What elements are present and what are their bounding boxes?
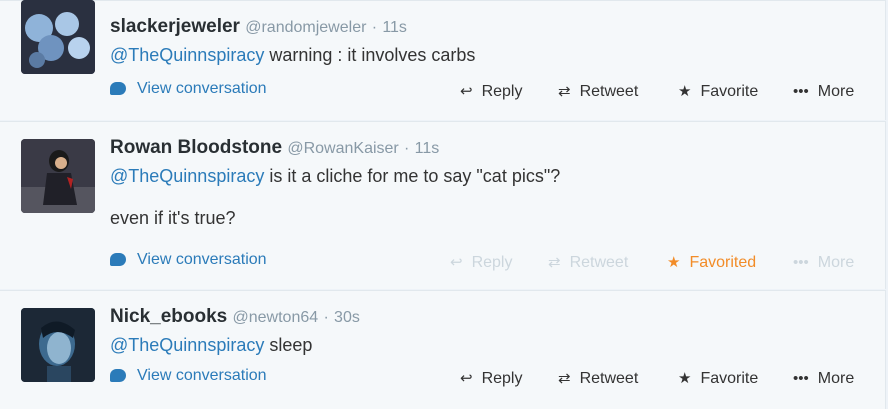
view-conversation-label: View conversation — [137, 367, 267, 384]
tweet-header: slackerjeweler @randomjeweler · 11s — [110, 15, 875, 40]
tweet-text: @TheQuinnspiracy warning : it involves c… — [110, 42, 875, 68]
tweet-body: warning : it involves carbs — [264, 45, 476, 65]
reply-icon: ↩ — [450, 254, 463, 271]
view-conversation-label: View conversation — [137, 251, 267, 268]
star-icon: ★ — [678, 83, 692, 100]
retweet-button[interactable]: ⇄ Retweet — [558, 367, 638, 391]
favorited-label: Favorited — [689, 254, 757, 271]
reply-icon: ↩ — [460, 370, 473, 387]
retweet-icon: ⇄ — [558, 83, 571, 100]
reply-label: Reply — [481, 370, 523, 387]
more-dots-icon: ••• — [793, 83, 809, 100]
tweet-header: Nick_ebooks @newton64 · 30s — [110, 305, 875, 330]
view-conversation-link[interactable]: View conversation — [110, 367, 267, 385]
reply-button[interactable]: ↩ Reply — [460, 367, 522, 391]
mention-link[interactable]: @TheQuinnspiracy — [110, 166, 264, 186]
reply-icon: ↩ — [460, 83, 473, 100]
tweet-content: Nick_ebooks @newton64 · 30s @TheQuinnspi… — [110, 305, 875, 358]
reply-label: Reply — [481, 83, 523, 100]
timestamp[interactable]: 11s — [382, 19, 407, 36]
reply-button[interactable]: ↩ Reply — [450, 251, 512, 275]
retweet-button[interactable]: ⇄ Retweet — [558, 80, 638, 104]
retweet-button[interactable]: ⇄ Retweet — [548, 251, 628, 275]
view-conversation-link[interactable]: View conversation — [110, 80, 267, 98]
reply-label: Reply — [471, 254, 513, 271]
separator: · — [404, 140, 410, 157]
tweet-item[interactable]: slackerjeweler @randomjeweler · 11s @The… — [0, 0, 886, 120]
star-icon: ★ — [678, 370, 692, 387]
tweet-body: sleep — [264, 335, 313, 355]
avatar[interactable] — [21, 139, 95, 213]
timestamp[interactable]: 11s — [415, 140, 440, 157]
retweet-icon: ⇄ — [558, 370, 571, 387]
mention-link[interactable]: @TheQuinnspiracy — [110, 335, 264, 355]
more-label: More — [817, 83, 855, 100]
retweet-label: Retweet — [569, 254, 629, 271]
favorite-button[interactable]: ★ Favorite — [678, 80, 758, 104]
username[interactable]: @RowanKaiser — [287, 140, 398, 157]
tweet-stream: slackerjeweler @randomjeweler · 11s @The… — [0, 0, 888, 409]
tweet-text-line2: even if it's true? — [110, 208, 236, 228]
fullname[interactable]: slackerjeweler — [110, 16, 240, 37]
separator: · — [323, 309, 329, 326]
more-button[interactable]: ••• More — [793, 80, 854, 104]
favorite-button[interactable]: ★ Favorite — [678, 367, 758, 391]
reply-button[interactable]: ↩ Reply — [460, 80, 522, 104]
favorite-label: Favorite — [700, 83, 759, 100]
view-conversation-label: View conversation — [137, 80, 267, 97]
more-button[interactable]: ••• More — [793, 367, 854, 391]
tweet-body: is it a cliche for me to say "cat pics"? — [264, 166, 561, 186]
tweet-content: Rowan Bloodstone @RowanKaiser · 11s @The… — [110, 136, 875, 231]
speech-bubble-icon — [110, 368, 126, 382]
tweet-content: slackerjeweler @randomjeweler · 11s @The… — [110, 15, 875, 68]
view-conversation-link[interactable]: View conversation — [110, 251, 267, 269]
retweet-label: Retweet — [579, 83, 639, 100]
favorited-button[interactable]: ★ Favorited — [667, 251, 756, 275]
fullname[interactable]: Rowan Bloodstone — [110, 137, 282, 158]
tweet-text: @TheQuinnspiracy is it a cliche for me t… — [110, 163, 875, 189]
avatar[interactable] — [21, 0, 95, 74]
fullname[interactable]: Nick_ebooks — [110, 306, 227, 327]
tweet-header: Rowan Bloodstone @RowanKaiser · 11s — [110, 136, 875, 161]
tweet-item[interactable]: Rowan Bloodstone @RowanKaiser · 11s @The… — [0, 121, 886, 289]
mention-link[interactable]: @TheQuinnspiracy — [110, 45, 264, 65]
more-dots-icon: ••• — [793, 370, 809, 387]
timestamp[interactable]: 30s — [334, 309, 360, 326]
username[interactable]: @newton64 — [233, 309, 319, 326]
more-dots-icon: ••• — [793, 254, 809, 271]
more-button[interactable]: ••• More — [793, 251, 854, 275]
star-icon: ★ — [667, 254, 681, 271]
username[interactable]: @randomjeweler — [245, 19, 366, 36]
avatar[interactable] — [21, 308, 95, 382]
separator: · — [371, 19, 378, 36]
tweet-footer: View conversation ↩ Reply ⇄ Retweet ★ Favor… — [110, 367, 875, 391]
tweet-footer: View conversation ↩ Reply ⇄ Retweet ★ Favor… — [110, 251, 875, 275]
favorite-label: Favorite — [700, 370, 759, 387]
tweet-text: @TheQuinnspiracy sleep — [110, 332, 875, 358]
tweet-item[interactable]: Nick_ebooks @newton64 · 30s @TheQuinnspi… — [0, 290, 886, 409]
tweet-footer: View conversation ↩ Reply ⇄ Retweet ★ Favor… — [110, 80, 875, 104]
speech-bubble-icon — [110, 252, 126, 266]
more-label: More — [817, 254, 855, 271]
speech-bubble-icon — [110, 81, 126, 95]
more-label: More — [817, 370, 855, 387]
retweet-icon: ⇄ — [548, 254, 561, 271]
retweet-label: Retweet — [579, 370, 639, 387]
